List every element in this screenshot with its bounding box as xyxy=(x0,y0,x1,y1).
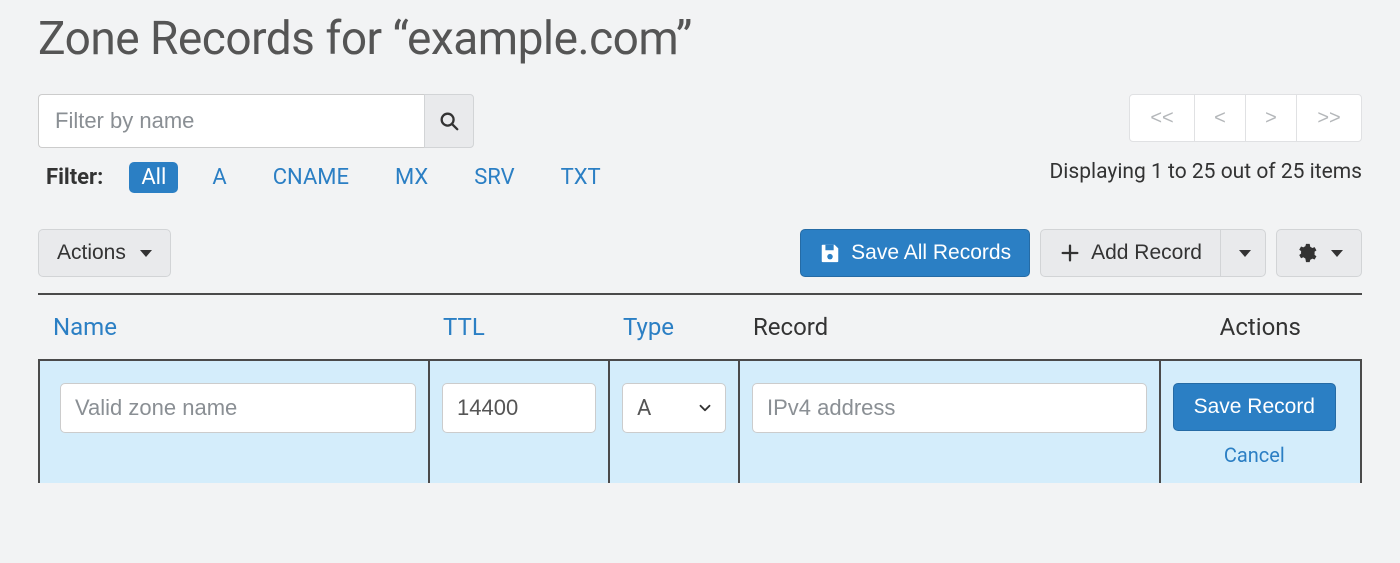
search-group xyxy=(38,94,613,148)
add-record-label: Add Record xyxy=(1091,241,1202,265)
search-button[interactable] xyxy=(424,94,474,148)
filter-tab-a[interactable]: A xyxy=(200,162,238,193)
cancel-link[interactable]: Cancel xyxy=(1224,443,1285,467)
pager-last-button[interactable]: >> xyxy=(1296,94,1362,142)
new-record-row: A Save Record Cancel xyxy=(39,360,1361,483)
records-table: Name TTL Type Record Actions A xyxy=(38,295,1362,483)
col-name[interactable]: Name xyxy=(39,295,429,360)
col-actions: Actions xyxy=(1160,295,1361,360)
record-ttl-input[interactable] xyxy=(442,383,596,433)
search-icon xyxy=(438,110,460,132)
add-record-dropdown-button[interactable] xyxy=(1220,229,1266,277)
pager-next-button[interactable]: > xyxy=(1245,94,1297,142)
col-record: Record xyxy=(739,295,1160,360)
table-header-row: Name TTL Type Record Actions xyxy=(39,295,1361,360)
toolbar: Actions Save All Records xyxy=(38,229,1362,295)
pager-status: Displaying 1 to 25 out of 25 items xyxy=(1049,160,1362,184)
col-type[interactable]: Type xyxy=(609,295,739,360)
pager-prev-button[interactable]: < xyxy=(1194,94,1246,142)
actions-dropdown-button[interactable]: Actions xyxy=(38,229,171,277)
record-value-input[interactable] xyxy=(752,383,1147,433)
save-icon xyxy=(819,242,841,264)
actions-label: Actions xyxy=(57,241,126,265)
settings-dropdown-button[interactable] xyxy=(1276,229,1362,277)
record-type-select[interactable]: A xyxy=(622,383,726,433)
caret-down-icon xyxy=(1239,250,1251,257)
add-record-button[interactable]: Add Record xyxy=(1040,229,1221,277)
save-all-label: Save All Records xyxy=(851,241,1011,265)
filter-tab-srv[interactable]: SRV xyxy=(462,162,526,193)
gear-icon xyxy=(1295,242,1317,264)
filter-by-name-input[interactable] xyxy=(38,94,424,148)
page-title: Zone Records for “example.com” xyxy=(38,12,1362,66)
filter-tabs: Filter: All A CNAME MX SRV TXT xyxy=(38,162,613,193)
pager-first-button[interactable]: << xyxy=(1129,94,1195,142)
save-record-button[interactable]: Save Record xyxy=(1173,383,1336,431)
add-record-group: Add Record xyxy=(1040,229,1266,277)
plus-icon xyxy=(1059,242,1081,264)
caret-down-icon xyxy=(140,250,152,257)
pager: << < > >> xyxy=(1129,94,1362,142)
col-ttl[interactable]: TTL xyxy=(429,295,609,360)
filter-tab-txt[interactable]: TXT xyxy=(549,162,613,193)
filter-tab-cname[interactable]: CNAME xyxy=(261,162,361,193)
filter-label: Filter: xyxy=(46,165,103,190)
filter-tab-mx[interactable]: MX xyxy=(383,162,440,193)
caret-down-icon xyxy=(1331,250,1343,257)
save-all-records-button[interactable]: Save All Records xyxy=(800,229,1030,277)
filter-tab-all[interactable]: All xyxy=(129,162,178,193)
record-name-input[interactable] xyxy=(60,383,416,433)
